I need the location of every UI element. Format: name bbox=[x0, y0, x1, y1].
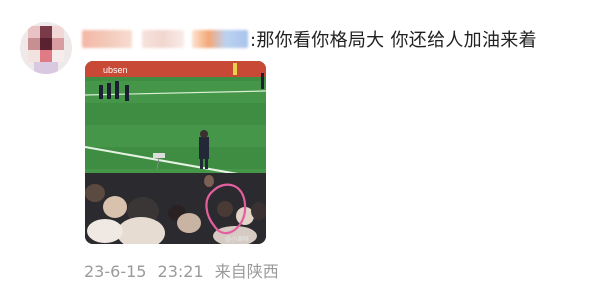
username-blur[interactable] bbox=[82, 30, 132, 48]
watermark-text: @小周呀 bbox=[225, 235, 249, 243]
comment-text: :那你看你格局大 你还给人加油来着 bbox=[250, 30, 537, 51]
username-blur-2 bbox=[142, 30, 184, 48]
ad-board-text: ubsen bbox=[103, 65, 128, 75]
badge-blur bbox=[192, 30, 248, 48]
comment-meta: 23-6-15 23:21 来自陕西 bbox=[84, 258, 279, 282]
comment-location: 来自陕西 bbox=[214, 262, 279, 281]
avatar[interactable] bbox=[20, 22, 72, 74]
comment-time: 23:21 bbox=[157, 262, 204, 281]
comment-date: 23-6-15 bbox=[84, 262, 147, 281]
stadium-photo-image: ubsen @小周呀 bbox=[85, 61, 266, 244]
comment-photo[interactable]: ubsen @小周呀 bbox=[85, 61, 266, 244]
